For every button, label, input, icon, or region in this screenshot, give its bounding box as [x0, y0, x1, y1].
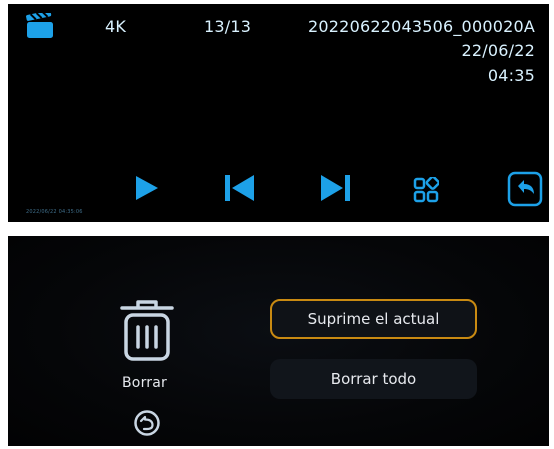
- delete-current-button[interactable]: Suprime el actual: [270, 299, 477, 339]
- resolution-label: 4K: [105, 17, 127, 36]
- delete-menu-title: Borrar: [122, 375, 167, 391]
- recording-time: 04:35: [487, 66, 535, 85]
- file-counter: 13/13: [204, 17, 252, 36]
- delete-all-button[interactable]: Borrar todo: [270, 359, 477, 399]
- return-back-icon[interactable]: [507, 171, 543, 207]
- trash-icon: [120, 300, 174, 361]
- return-back-icon[interactable]: [133, 409, 161, 437]
- video-timestamp-overlay: 2022/06/22 04:35:06: [26, 209, 83, 215]
- play-icon[interactable]: [134, 174, 160, 202]
- file-name: 20220622043506_000020A: [308, 17, 535, 36]
- delete-all-label: Borrar todo: [330, 370, 417, 388]
- recording-date: 22/06/22: [461, 41, 535, 60]
- skip-next-icon[interactable]: [319, 174, 351, 202]
- skip-previous-icon[interactable]: [224, 174, 256, 202]
- playback-screen: 4K 13/13 20220622043506_000020A 22/06/22…: [8, 4, 549, 222]
- video-clapperboard-icon: [26, 13, 53, 38]
- delete-menu-screen: Borrar Suprime el actual Borrar todo: [8, 236, 549, 446]
- thumbnail-grid-icon[interactable]: [413, 177, 439, 203]
- delete-current-label: Suprime el actual: [307, 310, 440, 328]
